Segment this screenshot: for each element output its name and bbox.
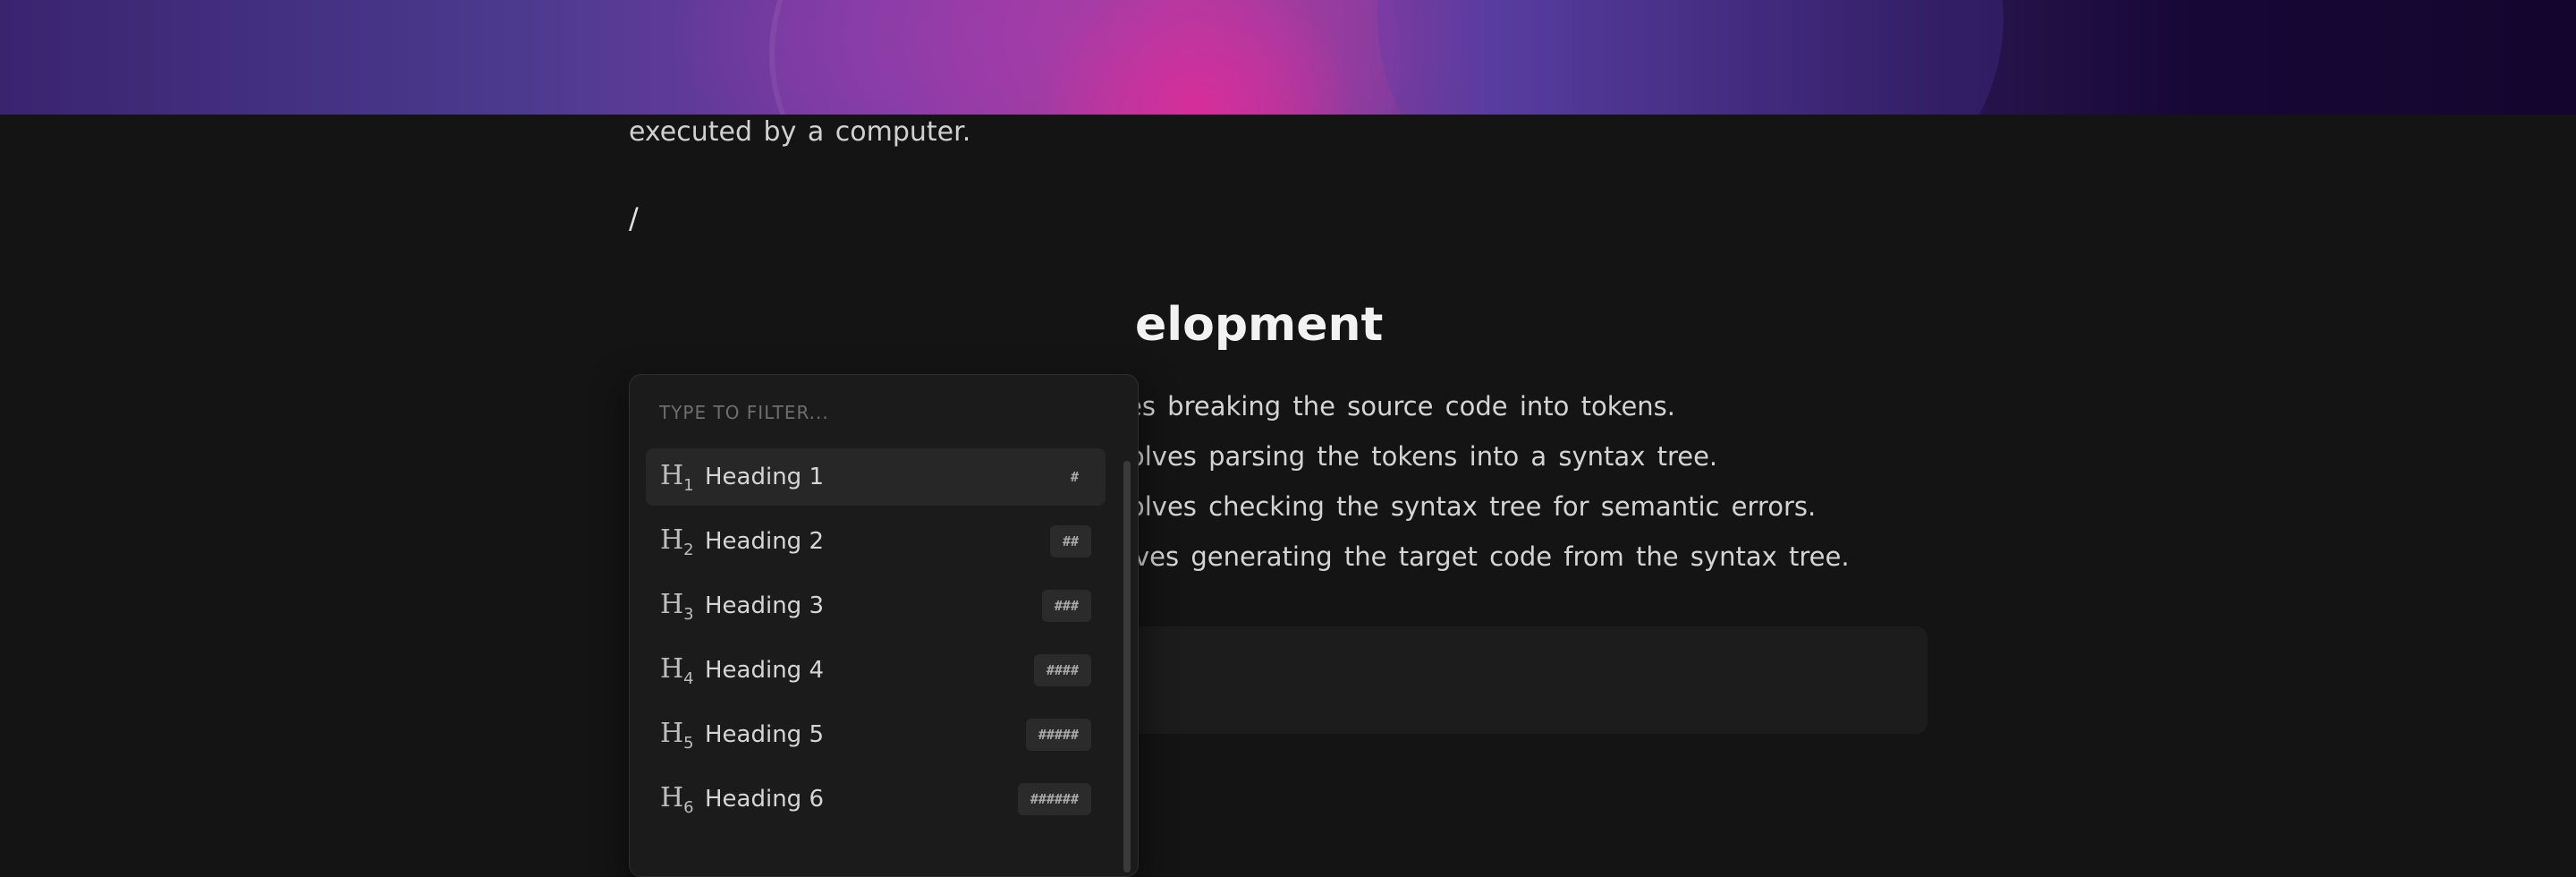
heading-5-icon: H5 [660, 717, 694, 753]
section-heading[interactable]: elopment [629, 294, 1383, 356]
shortcut-badge: ## [1049, 525, 1091, 558]
heading-6-icon: H6 [660, 781, 694, 817]
heading-2-icon: H2 [660, 524, 694, 559]
menu-item-label: Heading 4 [705, 657, 824, 684]
shortcut-badge: #### [1033, 654, 1091, 686]
heading-1-icon: H1 [660, 459, 694, 495]
shortcut-badge: ### [1041, 590, 1091, 622]
menu-item-label: Heading 5 [705, 721, 824, 748]
filter-hint: TYPE TO FILTER... [659, 402, 829, 423]
heading-4-icon: H4 [660, 652, 694, 688]
banner-wave [1377, 0, 2004, 115]
section-heading-text: elopment [1135, 298, 1384, 352]
cover-banner [0, 0, 2576, 115]
menu-item-label: Heading 6 [705, 786, 824, 813]
menu-scrollbar[interactable] [1123, 461, 1131, 873]
heading-3-icon: H3 [660, 588, 694, 624]
shortcut-badge: # [1070, 469, 1079, 485]
slash-command-line[interactable]: / [629, 200, 639, 236]
menu-item-heading-3[interactable]: H3 Heading 3 ### [646, 577, 1106, 634]
menu-item-heading-1[interactable]: H1 Heading 1 # [646, 448, 1106, 506]
banner-wave [769, 0, 1401, 115]
shortcut-badge: ##### [1025, 719, 1091, 751]
menu-item-heading-4[interactable]: H4 Heading 4 #### [646, 642, 1106, 699]
slash-command-menu[interactable]: TYPE TO FILTER... H1 Heading 1 # H2 Head… [629, 374, 1139, 877]
menu-item-heading-6[interactable]: H6 Heading 6 ###### [646, 771, 1106, 828]
menu-item-heading-5[interactable]: H5 Heading 5 ##### [646, 706, 1106, 763]
paragraph[interactable]: executed by a computer. [629, 115, 970, 150]
menu-item-heading-2[interactable]: H2 Heading 2 ## [646, 513, 1106, 570]
menu-item-label: Heading 2 [705, 528, 824, 555]
shortcut-badge: ###### [1017, 783, 1091, 815]
editor-content[interactable]: executed by a computer. / elopment es br… [0, 115, 2576, 877]
menu-item-label: Heading 1 [705, 464, 824, 490]
menu-list: H1 Heading 1 # H2 Heading 2 ## H3 Headin… [646, 448, 1106, 835]
menu-item-label: Heading 3 [705, 592, 824, 619]
